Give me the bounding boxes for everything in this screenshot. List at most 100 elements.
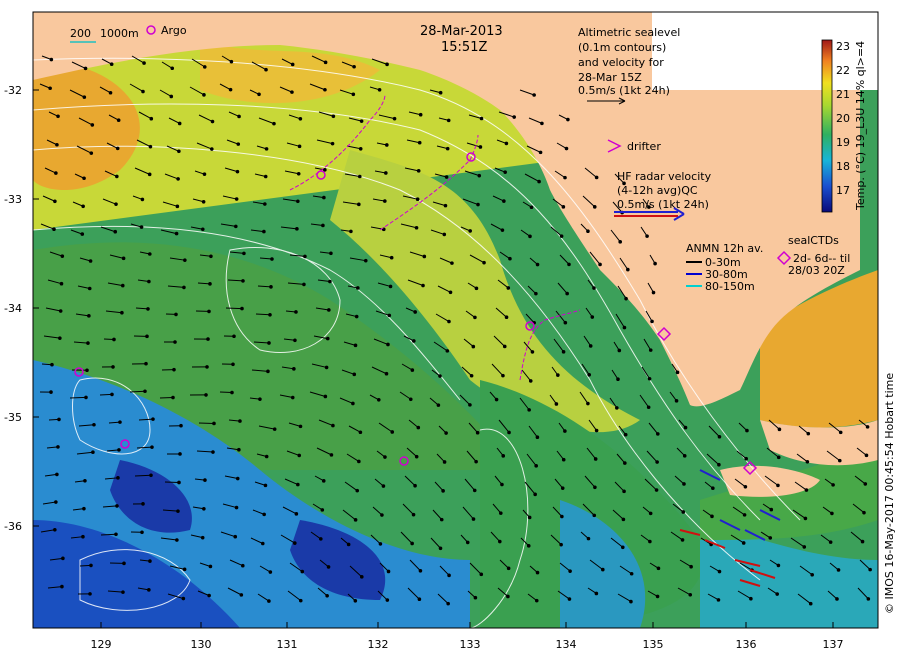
map-time: 15:51Z bbox=[441, 40, 487, 55]
velocity-arrow-head bbox=[50, 362, 54, 367]
colorbar-label: Temp. (°C) 19_L3U 14% ql>=4 bbox=[854, 41, 867, 211]
velocity-arrow-head bbox=[267, 599, 271, 603]
velocity-arrow-head bbox=[355, 488, 360, 493]
velocity-arrow-head bbox=[145, 334, 149, 339]
altimetry-line: (0.1m contours) bbox=[578, 41, 666, 54]
velocity-arrow-head bbox=[421, 283, 425, 288]
velocity-arrow-head bbox=[298, 116, 303, 121]
velocity-arrow-head bbox=[146, 307, 150, 311]
velocity-arrow-head bbox=[592, 205, 597, 209]
velocity-arrow-head bbox=[590, 315, 595, 319]
velocity-arrow-head bbox=[91, 450, 95, 455]
velocity-arrow-head bbox=[300, 569, 305, 574]
velocity-arrow-head bbox=[528, 234, 532, 239]
velocity-arrow-head bbox=[177, 149, 181, 154]
velocity-arrow-head bbox=[85, 368, 89, 373]
velocity-arrow-head bbox=[116, 476, 120, 480]
velocity-arrow-head bbox=[472, 488, 477, 493]
velocity-arrow-head bbox=[49, 390, 53, 394]
velocity-arrow-head bbox=[121, 590, 125, 594]
velocity-arrow-head bbox=[140, 530, 144, 535]
velocity-arrow-head bbox=[293, 338, 297, 343]
velocity-arrow-head bbox=[171, 395, 175, 400]
velocity-arrow-head bbox=[540, 121, 544, 126]
velocity-arrow-head bbox=[122, 561, 126, 566]
velocity-arrow-head bbox=[598, 262, 602, 267]
velocity-arrow-head bbox=[264, 147, 269, 151]
velocity-arrow-head bbox=[55, 472, 59, 477]
velocity-arrow-head bbox=[617, 348, 622, 353]
velocity-arrow-head bbox=[681, 510, 686, 514]
velocity-arrow-head bbox=[234, 197, 239, 201]
velocity-arrow-head bbox=[357, 174, 362, 179]
velocity-arrow-head bbox=[506, 594, 510, 599]
velocity-arrow-head bbox=[150, 445, 154, 449]
velocity-arrow-head bbox=[177, 121, 182, 126]
velocity-arrow-head bbox=[147, 588, 151, 592]
velocity-arrow-head bbox=[563, 175, 567, 180]
velocity-arrow-head bbox=[210, 119, 215, 124]
velocity-arrow-head bbox=[173, 340, 177, 344]
velocity-arrow-head bbox=[674, 399, 679, 403]
velocity-arrow-head bbox=[503, 170, 507, 174]
velocity-arrow-head bbox=[205, 365, 209, 369]
velocity-arrow-head bbox=[202, 506, 206, 511]
velocity-arrow-head bbox=[290, 90, 294, 94]
velocity-arrow-head bbox=[143, 389, 147, 394]
velocity-arrow-head bbox=[114, 202, 118, 206]
velocity-arrow-head bbox=[390, 430, 395, 434]
velocity-arrow-head bbox=[114, 532, 118, 537]
velocity-arrow-head bbox=[860, 539, 865, 544]
velocity-arrow-head bbox=[87, 314, 91, 318]
velocity-arrow-head bbox=[444, 431, 448, 435]
velocity-arrow-head bbox=[616, 377, 620, 382]
velocity-arrow-head bbox=[229, 59, 234, 64]
velocity-arrow-head bbox=[648, 511, 653, 516]
velocity-arrow-head bbox=[52, 227, 56, 232]
velocity-arrow-head bbox=[413, 483, 417, 488]
velocity-arrow-head bbox=[768, 536, 773, 540]
velocity-arrow-head bbox=[354, 314, 359, 319]
velocity-arrow-head bbox=[211, 450, 215, 454]
velocity-arrow-head bbox=[147, 172, 152, 177]
velocity-arrow-head bbox=[650, 319, 654, 324]
velocity-arrow-head bbox=[351, 92, 356, 97]
velocity-arrow-head bbox=[140, 197, 145, 202]
velocity-arrow-head bbox=[236, 142, 241, 146]
velocity-arrow-head bbox=[321, 479, 326, 483]
velocity-arrow-head bbox=[108, 90, 113, 95]
velocity-arrow-head bbox=[556, 373, 560, 377]
velocity-arrow-head bbox=[414, 454, 419, 459]
velocity-arrow-head bbox=[507, 430, 511, 435]
velocity-arrow-head bbox=[234, 224, 238, 229]
velocity-arrow-head bbox=[181, 596, 186, 601]
velocity-arrow-head bbox=[257, 92, 261, 97]
velocity-arrow-head bbox=[535, 435, 540, 440]
velocity-arrow-head bbox=[717, 569, 722, 574]
velocity-arrow-head bbox=[646, 405, 651, 410]
velocity-arrow-head bbox=[112, 337, 116, 342]
velocity-arrow-head bbox=[443, 203, 448, 208]
velocity-arrow-head bbox=[537, 179, 541, 184]
velocity-arrow-head bbox=[208, 564, 213, 569]
velocity-arrow-head bbox=[202, 172, 207, 176]
velocity-arrow-head bbox=[716, 598, 721, 602]
velocity-arrow-head bbox=[561, 205, 566, 209]
velocity-arrow-head bbox=[629, 571, 634, 576]
velocity-arrow-head bbox=[438, 546, 443, 551]
velocity-arrow-head bbox=[741, 541, 746, 545]
velocity-arrow-head bbox=[203, 478, 207, 482]
velocity-arrow-head bbox=[148, 559, 152, 563]
velocity-arrow-head bbox=[323, 60, 328, 65]
velocity-arrow-head bbox=[527, 408, 531, 412]
velocity-arrow-head bbox=[504, 141, 509, 146]
velocity-arrow-head bbox=[528, 379, 533, 383]
velocity-arrow-head bbox=[260, 541, 265, 546]
velocity-arrow-head bbox=[120, 310, 124, 315]
velocity-arrow-head bbox=[744, 456, 748, 461]
velocity-arrow-head bbox=[55, 142, 59, 147]
velocity-arrow-head bbox=[232, 334, 236, 339]
velocity-arrow-head bbox=[477, 173, 482, 178]
velocity-arrow-head bbox=[383, 455, 387, 459]
velocity-arrow-head bbox=[352, 372, 357, 377]
